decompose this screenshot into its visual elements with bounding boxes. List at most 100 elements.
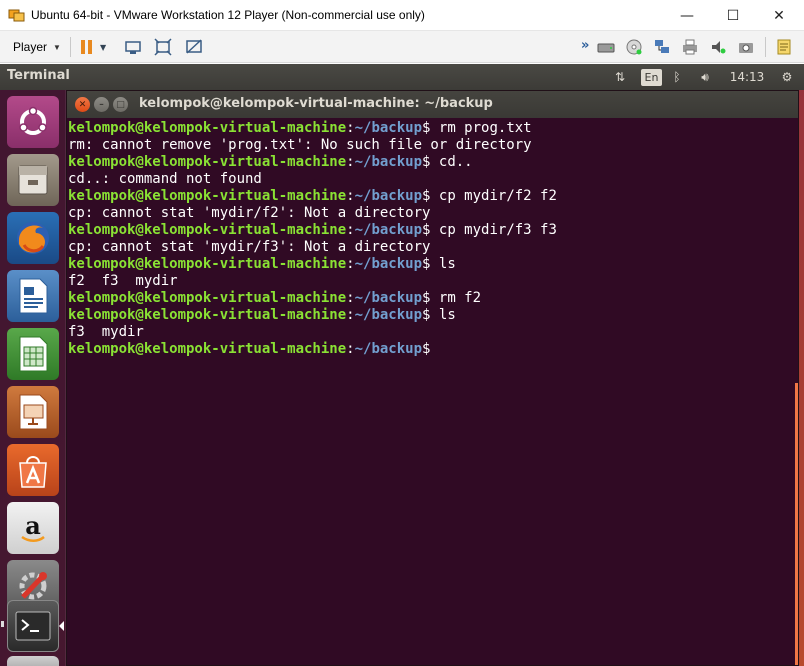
terminal-prompt-line: kelompok@kelompok-virtual-machine:~/back… — [68, 256, 795, 273]
ubuntu-top-panel: Terminal ⇅ En ᛒ 🔊︎ 14:13 ⚙︎ — [0, 64, 804, 90]
unity-launcher: a — [0, 90, 66, 666]
camera-icon[interactable] — [737, 38, 755, 56]
libreoffice-impress-icon[interactable] — [7, 386, 59, 438]
ubuntu-dash-icon[interactable] — [7, 96, 59, 148]
terminal-prompt-line: kelompok@kelompok-virtual-machine:~/back… — [68, 222, 795, 239]
player-menu-label: Player — [13, 40, 48, 54]
firefox-icon[interactable] — [7, 212, 59, 264]
prompt-colon: : — [346, 307, 355, 323]
vmware-toolbar: Player ▼ ▼ » — [0, 31, 804, 63]
minimize-icon: — — [680, 7, 694, 24]
printer-icon[interactable] — [681, 38, 699, 56]
prompt-user: kelompok@kelompok-virtual-machine — [68, 154, 347, 170]
sound-card-icon[interactable] — [709, 38, 727, 56]
network-updown-icon[interactable]: ⇅ — [611, 68, 629, 86]
prompt-user: kelompok@kelompok-virtual-machine — [68, 256, 347, 272]
terminal-output-line: cd..: command not found — [68, 171, 262, 187]
terminal-scrollbar[interactable] — [795, 383, 798, 665]
ubuntu-software-icon[interactable] — [7, 444, 59, 496]
focused-app-title: Terminal — [7, 68, 70, 83]
terminal-output-line: cp: cannot stat 'mydir/f2': Not a direct… — [68, 205, 431, 221]
prompt-colon: : — [346, 341, 355, 357]
terminal-output-line: rm: cannot remove 'prog.txt': No such fi… — [68, 137, 532, 153]
vmware-title-bar: Ubuntu 64-bit - VMware Workstation 12 Pl… — [0, 0, 804, 31]
shopping-bag-icon — [19, 456, 47, 488]
gear-icon[interactable]: ⚙︎ — [778, 68, 796, 86]
presentation-icon — [19, 394, 48, 430]
full-screen-icon[interactable] — [154, 38, 172, 56]
terminal-window: ✕ – □ kelompok@kelompok-virtual-machine:… — [66, 90, 799, 666]
prompt-path: ~/backup — [354, 256, 423, 272]
vmware-app-icon — [8, 9, 25, 22]
terminal-prompt-line: kelompok@kelompok-virtual-machine:~/back… — [68, 154, 795, 171]
maximize-icon: ☐ — [726, 7, 740, 24]
command-text: cd.. — [430, 154, 473, 170]
prompt-colon: : — [346, 154, 355, 170]
prompt-user: kelompok@kelompok-virtual-machine — [68, 341, 347, 357]
toolbar-divider — [70, 37, 71, 57]
toolbar-divider — [765, 37, 766, 57]
minimize-button[interactable]: — — [664, 0, 710, 31]
window-title: Ubuntu 64-bit - VMware Workstation 12 Pl… — [31, 8, 425, 22]
command-text: cp mydir/f2 f2 — [430, 188, 557, 204]
terminal-close-button[interactable]: ✕ — [75, 97, 90, 112]
firefox-logo-icon — [17, 222, 49, 254]
command-text: cp mydir/f3 f3 — [430, 222, 557, 238]
prompt-user: kelompok@kelompok-virtual-machine — [68, 120, 347, 136]
file-cabinet-icon — [18, 165, 48, 195]
libreoffice-calc-icon[interactable] — [7, 328, 59, 380]
prompt-user: kelompok@kelompok-virtual-machine — [68, 307, 347, 323]
player-menu-button[interactable]: Player ▼ — [6, 35, 68, 59]
terminal-output[interactable]: kelompok@kelompok-virtual-machine:~/back… — [67, 119, 795, 665]
amazon-logo-icon: a — [21, 511, 45, 542]
terminal-title-bar: ✕ – □ kelompok@kelompok-virtual-machine:… — [67, 91, 798, 118]
prompt-user: kelompok@kelompok-virtual-machine — [68, 290, 347, 306]
cd-dvd-icon[interactable] — [625, 38, 643, 56]
terminal-prompt-icon — [15, 611, 51, 641]
terminal-prompt-line: kelompok@kelompok-virtual-machine:~/back… — [68, 290, 795, 307]
message-log-icon[interactable] — [775, 38, 793, 56]
command-text: rm f2 — [430, 290, 482, 306]
more-devices-icon[interactable]: » — [581, 38, 589, 53]
pause-icon[interactable] — [78, 38, 96, 56]
network-adapter-icon[interactable] — [653, 38, 671, 56]
unity-mode-icon[interactable] — [185, 38, 203, 56]
terminal-icon[interactable] — [7, 600, 59, 652]
prompt-path: ~/backup — [354, 120, 423, 136]
terminal-output-line: f2 f3 mydir — [68, 273, 178, 289]
prompt-colon: : — [346, 290, 355, 306]
svg-text:a: a — [25, 511, 41, 540]
terminal-output-line: f3 mydir — [68, 324, 144, 340]
amazon-icon[interactable]: a — [7, 502, 59, 554]
prompt-colon: : — [346, 256, 355, 272]
maximize-button[interactable]: ☐ — [710, 0, 756, 31]
prompt-path: ~/backup — [354, 154, 423, 170]
send-ctrl-alt-del-icon[interactable] — [124, 38, 142, 56]
chevron-down-icon: ▼ — [53, 42, 61, 52]
ubuntu-logo-icon — [19, 106, 47, 135]
prompt-colon: : — [346, 188, 355, 204]
volume-icon[interactable]: 🔊︎ — [694, 68, 716, 86]
close-button[interactable]: ✕ — [756, 0, 802, 31]
files-icon[interactable] — [7, 154, 59, 206]
close-icon: ✕ — [773, 7, 785, 24]
bluetooth-icon[interactable]: ᛒ — [671, 68, 683, 86]
pause-dropdown-icon[interactable]: ▼ — [100, 43, 106, 52]
prompt-user: kelompok@kelompok-virtual-machine — [68, 188, 347, 204]
terminal-maximize-button[interactable]: □ — [113, 97, 128, 112]
prompt-colon: : — [346, 120, 355, 136]
prompt-user: kelompok@kelompok-virtual-machine — [68, 222, 347, 238]
minimize-icon: – — [99, 99, 104, 110]
prompt-path: ~/backup — [354, 290, 423, 306]
optical-drive-icon[interactable] — [7, 656, 59, 666]
clock[interactable]: 14:13 — [728, 68, 766, 86]
terminal-minimize-button[interactable]: – — [94, 97, 109, 112]
command-text: rm prog.txt — [430, 120, 532, 136]
running-indicator — [1, 621, 4, 627]
terminal-window-title: kelompok@kelompok-virtual-machine: ~/bac… — [139, 96, 493, 111]
libreoffice-writer-icon[interactable] — [7, 270, 59, 322]
prompt-dollar: $ — [422, 341, 431, 357]
keyboard-language-indicator[interactable]: En — [641, 69, 662, 86]
hard-disk-icon[interactable] — [597, 38, 615, 56]
terminal-prompt-line: kelompok@kelompok-virtual-machine:~/back… — [68, 307, 795, 324]
